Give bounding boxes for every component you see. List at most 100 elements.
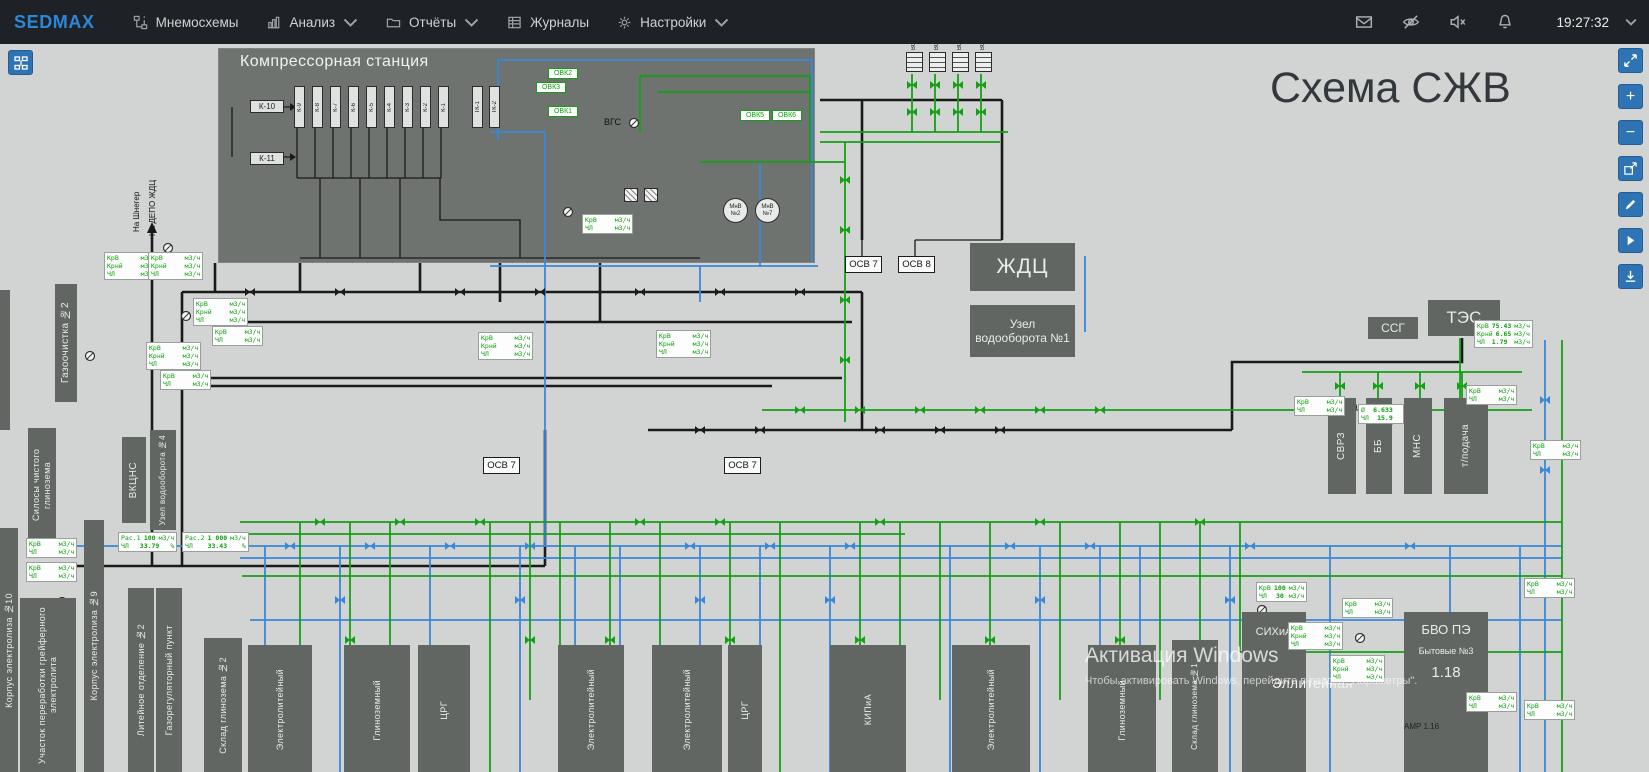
block-црг[interactable]: ЦРГ bbox=[418, 645, 470, 772]
volume-mute-button[interactable] bbox=[1434, 13, 1481, 31]
meter-box: КрВм3/чКрнйм3/чЧЛм3/ч bbox=[656, 330, 712, 358]
block-sklad-glinozema-2[interactable]: Склад глинозема №2 bbox=[204, 638, 242, 772]
meter-box: КрВ м3/ч ЧЛ м3/ч bbox=[1466, 692, 1518, 712]
clock: 19:27:32 bbox=[1556, 14, 1609, 30]
meter-box: Рас.1 100 м3/ч ЧЛ 33.79% bbox=[118, 532, 178, 552]
status-area: 19:27:32 bbox=[1340, 13, 1649, 31]
block-silosy[interactable]: Силосы чистого глинозема bbox=[28, 428, 56, 542]
compressor-unit: К-9 bbox=[294, 86, 305, 128]
app-logo[interactable]: SEDMAX bbox=[0, 12, 119, 33]
misc-label: АМР 1.16 bbox=[1404, 722, 1440, 731]
block-liteynoe-2[interactable]: Литейное отделение №2 bbox=[128, 588, 154, 772]
block-электролитейный[interactable]: Электролитейный bbox=[558, 645, 624, 772]
block-label: Склад глинозема №1 bbox=[1190, 662, 1200, 750]
note-na-depo-zhdc: На ДЕПО ЖДЦ bbox=[148, 179, 157, 236]
compressor-unit: К-11 bbox=[250, 152, 284, 165]
meter-box: Рас.2 1 000 м3/ч ЧЛ 33.43% bbox=[182, 532, 249, 552]
notifications-button[interactable] bbox=[1481, 13, 1528, 31]
ovk-tag: ОВК6 bbox=[772, 110, 802, 121]
osv-box[interactable]: ОСВ 8 bbox=[898, 256, 935, 273]
ovk-tag: ОВК2 bbox=[548, 68, 578, 79]
meter-box: Ø 6.633 ЧЛ 15.9 bbox=[1358, 404, 1404, 424]
nav-analysis[interactable]: Анализ bbox=[252, 0, 372, 44]
compressor-unit: К-5 bbox=[366, 86, 377, 128]
compressor-unit: К-6 bbox=[348, 86, 359, 128]
block-mns[interactable]: МНС bbox=[1404, 398, 1432, 494]
block-электролитейный[interactable]: Электролитейный bbox=[248, 645, 312, 772]
meter-box: КрВ 100 м3/ч ЧЛ 30 м3/ч bbox=[1256, 582, 1308, 602]
chevron-down-icon bbox=[715, 18, 729, 27]
compressor-unit: К-10 bbox=[250, 100, 284, 113]
meter-box: КрВм3/чКрнйм3/чЧЛм3/ч bbox=[478, 332, 534, 360]
scheme-tree-button[interactable] bbox=[8, 50, 33, 75]
ovk-tag: ОВК3 bbox=[536, 82, 566, 93]
nav-journals[interactable]: Журналы bbox=[493, 0, 603, 44]
meter-box: КрВ м3/ч ЧЛ м3/ч bbox=[212, 326, 264, 346]
block-глиноземный[interactable]: Глиноземный bbox=[344, 645, 410, 772]
reports-icon bbox=[386, 18, 401, 27]
ovk-tag: ОВК1 bbox=[548, 106, 578, 117]
block-uchastok-pererabotki[interactable]: Участок переработки грейферного электрол… bbox=[20, 598, 76, 772]
block-gazoochistka-2[interactable]: Газоочистка №2 bbox=[55, 284, 77, 402]
zoom-out-button[interactable]: − bbox=[1618, 120, 1643, 145]
nav-settings[interactable]: Настройки bbox=[603, 0, 743, 44]
download-button[interactable] bbox=[1618, 264, 1643, 289]
compressor-unit: ТК-1 bbox=[472, 86, 483, 128]
ovk-tag: ОВК5 bbox=[740, 110, 770, 121]
station-title: Компрессорная станция bbox=[240, 53, 429, 70]
journals-icon bbox=[508, 16, 521, 28]
compressor-unit: К-3 bbox=[402, 86, 413, 128]
meter-box: КрВ м3/ч ЧЛ м3/ч bbox=[1294, 396, 1346, 416]
block-электролитейный[interactable]: Электролитейный bbox=[652, 645, 722, 772]
pump-circle: МнВ №2 bbox=[723, 198, 748, 223]
osv-box[interactable]: ОСВ 7 bbox=[724, 457, 761, 474]
block-uzel-vodooborota-4[interactable]: Узел водооборота №4 bbox=[150, 430, 176, 530]
osv-box[interactable]: ОСВ 7 bbox=[483, 457, 520, 474]
block-korpus-10[interactable]: Корпус электролиза №10 bbox=[0, 528, 18, 772]
mail-button[interactable] bbox=[1340, 13, 1387, 31]
block-электролитейный[interactable]: Электролитейный bbox=[952, 645, 1030, 772]
block-label: Электролитейный bbox=[985, 669, 996, 751]
block-label: Электролитейный bbox=[274, 669, 285, 751]
meter-box: КрВм3/чКрнйм3/чЧЛм3/ч bbox=[146, 342, 202, 370]
zoom-in-button[interactable]: + bbox=[1618, 84, 1643, 109]
expand-button[interactable] bbox=[1618, 48, 1643, 73]
block-label: Электролитейный bbox=[681, 669, 692, 751]
top-navbar: SEDMAX Мнемосхемы Анализ Отчёты Журналы bbox=[0, 0, 1649, 44]
compressor-unit: К-4 bbox=[384, 86, 395, 128]
valve-icons bbox=[285, 396, 1550, 604]
play-button[interactable] bbox=[1618, 228, 1643, 253]
edit-button[interactable] bbox=[1618, 192, 1643, 217]
block-кипиа[interactable]: КИПиА bbox=[830, 645, 906, 772]
user-menu-chevron[interactable] bbox=[1625, 18, 1637, 26]
block-vkcns[interactable]: ВКЦНС bbox=[122, 437, 146, 523]
osv-box[interactable]: ОСВ 7 bbox=[845, 256, 882, 273]
block-label: ЦРГ bbox=[438, 700, 449, 720]
meter-box: КрВ м3/ч ЧЛ м3/ч bbox=[1524, 700, 1576, 720]
block-uzel-vodooborota-1[interactable]: Узел водооборота №1 bbox=[970, 305, 1075, 357]
volume-mute-icon bbox=[1450, 15, 1466, 29]
block-korpus-9[interactable]: Корпус электролиза №9 bbox=[84, 520, 104, 772]
vo-unit bbox=[952, 52, 969, 72]
export-button[interactable] bbox=[1618, 156, 1643, 181]
meter-box: КрВ м3/ч ЧЛ м3/ч bbox=[1524, 578, 1576, 598]
block-глиноземный[interactable]: Глиноземный bbox=[1088, 645, 1156, 772]
block-label: ЦРГ bbox=[739, 700, 750, 720]
block-zhdc[interactable]: ЖДЦ bbox=[970, 243, 1075, 291]
meter-box: КрВ м3/ч ЧЛ м3/ч bbox=[160, 370, 212, 390]
compressor-unit: К-8 bbox=[312, 86, 323, 128]
block-склад-глинозема-1[interactable]: Склад глинозема №1 bbox=[1172, 640, 1218, 772]
eye-off-button[interactable] bbox=[1387, 13, 1434, 31]
block-gazoregulyatorny[interactable]: Газорегуляторный пункт bbox=[156, 588, 182, 772]
meter-box: КрВм3/чКрнйм3/чЧЛм3/ч bbox=[193, 298, 249, 326]
block-ssg[interactable]: ССГ bbox=[1368, 317, 1418, 339]
block-tpodacha[interactable]: т/подача bbox=[1444, 398, 1488, 494]
nav-reports[interactable]: Отчёты bbox=[372, 0, 493, 44]
block-црг[interactable]: ЦРГ bbox=[728, 645, 762, 772]
nav-mnemoschemes[interactable]: Мнемосхемы bbox=[119, 0, 253, 44]
vgs-label: ВГС bbox=[604, 117, 621, 127]
scheme-canvas: Компрессорная станция Схема СЖВ ВГС Газо… bbox=[0, 0, 1649, 772]
valve-icons bbox=[245, 288, 1005, 434]
meter-box: КрВ м3/ч ЧЛ м3/ч bbox=[582, 214, 634, 234]
filter-icon bbox=[644, 188, 658, 202]
